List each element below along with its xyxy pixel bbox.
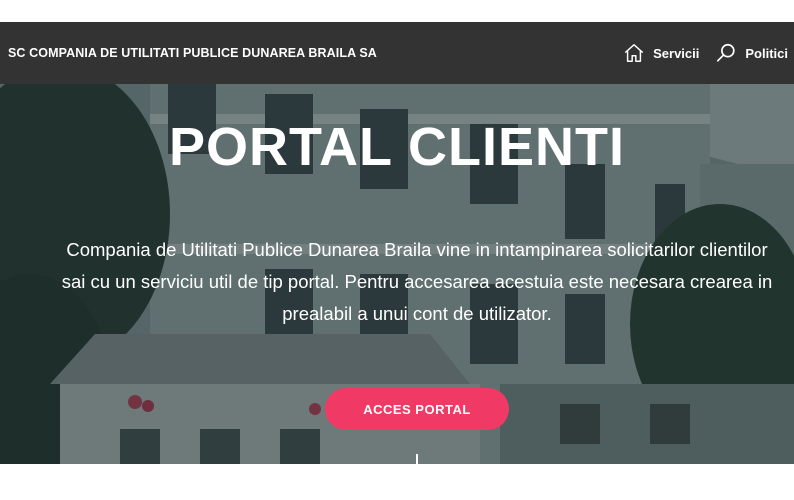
scroll-indicator [416, 454, 418, 464]
search-icon [717, 43, 735, 62]
top-navbar: SC COMPANIA DE UTILITATI PUBLICE DUNAREA… [0, 22, 794, 84]
nav-menu: Servicii Politici [623, 42, 788, 64]
home-icon [624, 44, 644, 62]
page: SC COMPANIA DE UTILITATI PUBLICE DUNAREA… [0, 0, 794, 500]
hero-title: PORTAL CLIENTI [169, 117, 625, 177]
nav-link-politici[interactable]: Politici [715, 42, 788, 64]
nav-link-servicii[interactable]: Servicii [623, 42, 699, 64]
site-brand[interactable]: SC COMPANIA DE UTILITATI PUBLICE DUNAREA… [8, 46, 377, 60]
hero-section: PORTAL CLIENTI Compania de Utilitati Pub… [0, 84, 794, 464]
nav-link-label: Politici [745, 45, 788, 61]
acces-portal-button[interactable]: ACCES PORTAL [325, 388, 509, 430]
nav-link-label: Servicii [653, 45, 700, 61]
hero-description: Compania de Utilitati Publice Dunarea Br… [61, 239, 773, 324]
